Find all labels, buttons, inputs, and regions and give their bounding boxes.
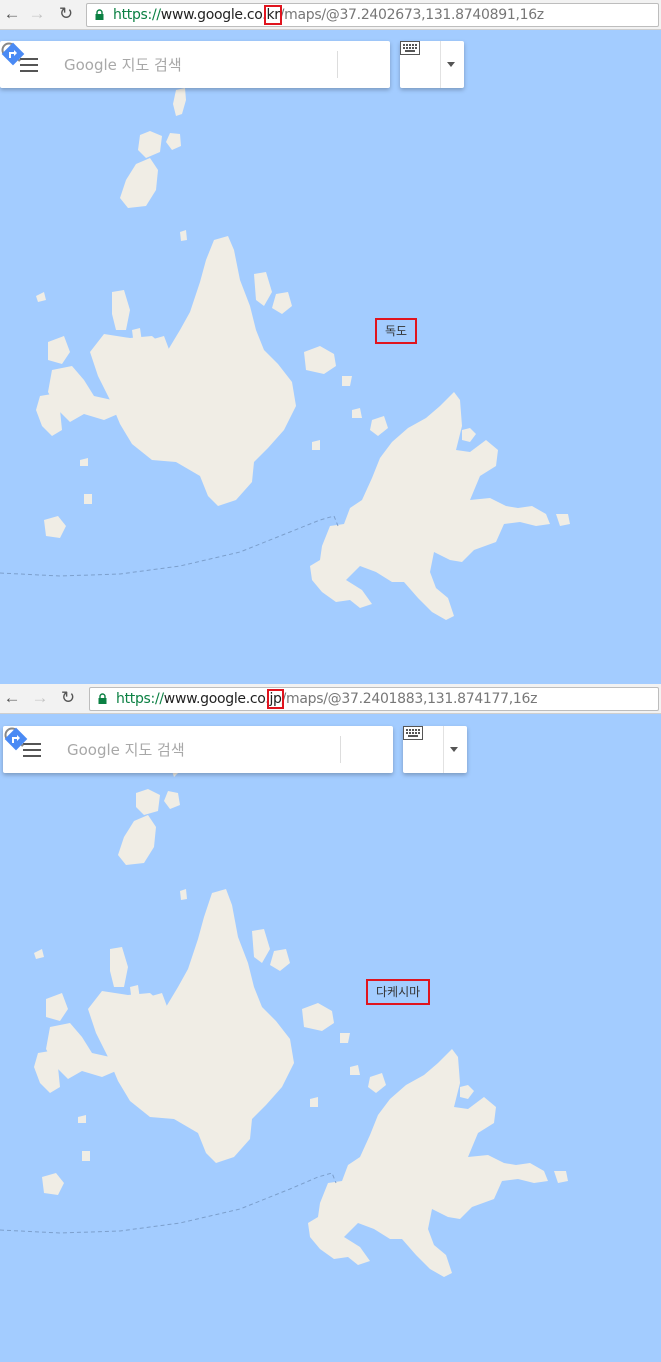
input-tools-box	[400, 41, 464, 88]
url-text: https://www.google.co.kr/maps/@37.240267…	[113, 5, 544, 25]
place-label[interactable]: 다케시마	[366, 979, 431, 1005]
reload-icon[interactable]: ↻	[58, 688, 78, 708]
directions-icon[interactable]	[0, 41, 26, 67]
url-tld-highlight: jp	[267, 689, 284, 709]
lock-icon	[98, 693, 107, 704]
url-scheme: https://	[113, 7, 161, 23]
map-islands	[0, 751, 568, 1277]
search-divider	[340, 736, 341, 763]
url-host: www.google.co	[163, 691, 266, 707]
search-divider	[337, 51, 338, 78]
keyboard-icon[interactable]	[400, 41, 420, 55]
search-box	[3, 726, 393, 773]
map-canvas[interactable]: 다케시마	[0, 715, 661, 1362]
url-tld-highlight: kr	[264, 5, 282, 25]
url-path: /maps/@37.2402673,131.8740891,16z	[279, 7, 544, 23]
screenshot-jp: ← → ↻ https://www.google.co.jp/maps/@37.…	[0, 681, 661, 1362]
search-box	[0, 41, 390, 88]
browser-toolbar: ← → ↻ https://www.google.co.kr/maps/@37.…	[0, 0, 661, 30]
map-canvas[interactable]: 독도	[0, 30, 661, 681]
back-arrow-icon[interactable]: ←	[2, 688, 22, 708]
url-scheme: https://	[116, 691, 164, 707]
input-tools-box	[403, 726, 467, 773]
forward-arrow-icon[interactable]: →	[30, 688, 50, 708]
chevron-down-icon[interactable]	[450, 747, 458, 752]
input-tools-divider	[440, 41, 441, 88]
back-arrow-icon[interactable]: ←	[2, 4, 22, 24]
screenshot-kr: ← → ↻ https://www.google.co.kr/maps/@37.…	[0, 0, 661, 681]
url-path: /maps/@37.2401883,131.874177,16z	[281, 691, 538, 707]
reload-icon[interactable]: ↻	[56, 4, 76, 24]
chevron-down-icon[interactable]	[447, 62, 455, 67]
map-islands	[0, 88, 570, 620]
keyboard-icon[interactable]	[403, 726, 423, 740]
browser-toolbar: ← → ↻ https://www.google.co.jp/maps/@37.…	[0, 684, 661, 714]
directions-icon[interactable]	[3, 726, 29, 752]
forward-arrow-icon[interactable]: →	[27, 4, 47, 24]
search-input[interactable]	[56, 41, 302, 88]
url-host: www.google.co	[160, 7, 263, 23]
input-tools-divider	[443, 726, 444, 773]
url-text: https://www.google.co.jp/maps/@37.240188…	[116, 689, 538, 709]
address-bar[interactable]: https://www.google.co.kr/maps/@37.240267…	[86, 3, 659, 27]
address-bar[interactable]: https://www.google.co.jp/maps/@37.240188…	[89, 687, 659, 711]
place-label[interactable]: 독도	[375, 318, 418, 344]
search-input[interactable]	[59, 726, 305, 773]
lock-icon	[95, 9, 104, 20]
